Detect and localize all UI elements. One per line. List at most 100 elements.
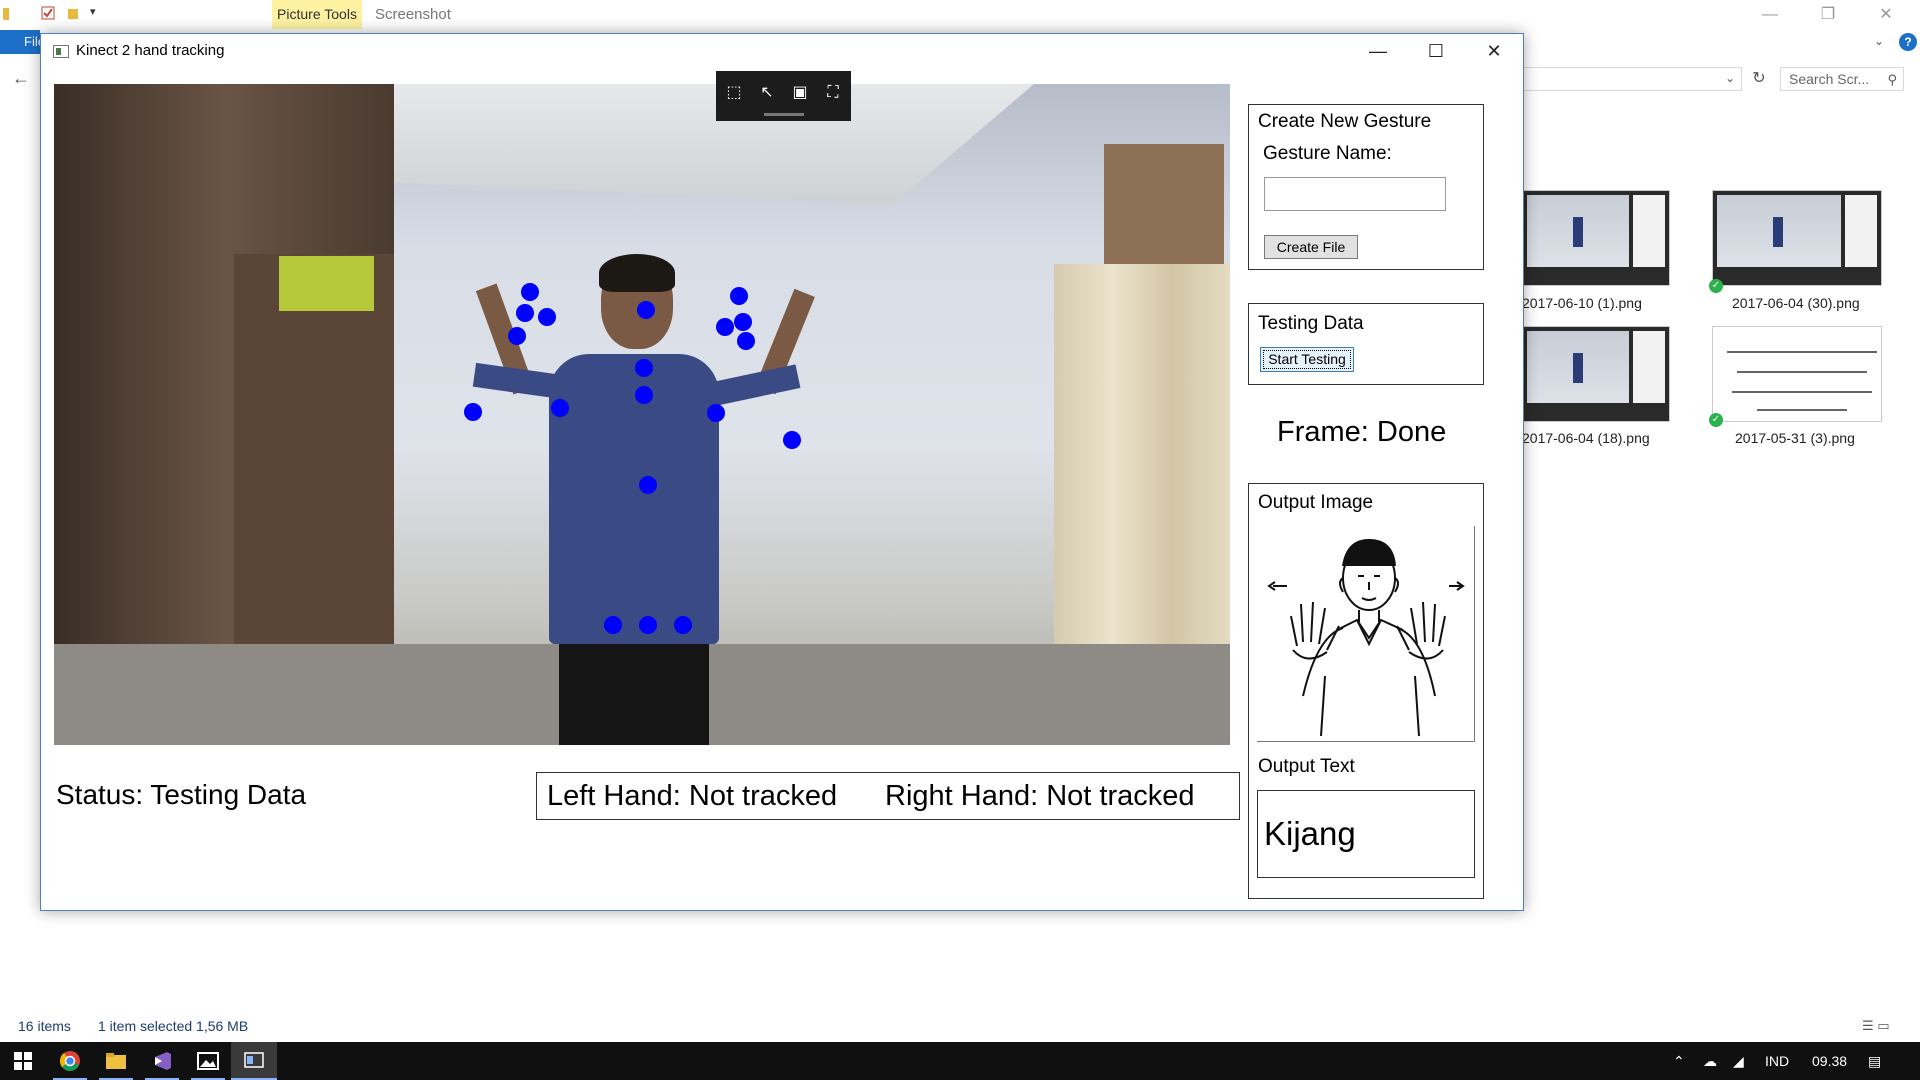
properties-icon[interactable] xyxy=(40,5,56,21)
file-tab[interactable]: File xyxy=(0,30,40,54)
sync-check-icon: ✓ xyxy=(1709,279,1723,293)
search-icon: ⚲ xyxy=(1887,72,1897,87)
right-hand-status: Right Hand: Not tracked xyxy=(885,780,1195,812)
skeleton-joint xyxy=(551,399,569,417)
search-placeholder: Search Scr... xyxy=(1789,71,1870,87)
skeleton-joint xyxy=(538,308,556,326)
skeleton-joint xyxy=(707,404,725,422)
tab-picture-tools[interactable]: Picture Tools xyxy=(272,0,362,29)
chrome-taskbar-item[interactable] xyxy=(47,1042,93,1080)
onedrive-icon[interactable]: ☁ xyxy=(1703,1042,1717,1080)
start-testing-button[interactable]: Start Testing xyxy=(1260,347,1354,372)
status-selection: 1 item selected 1,56 MB xyxy=(98,1018,249,1034)
maximize-button[interactable]: ☐ xyxy=(1407,34,1465,69)
window-title-screenshot: Screenshot xyxy=(375,6,451,23)
left-hand-status: Left Hand: Not tracked xyxy=(547,780,838,812)
snip-toolbar: ⬚ ↖ ▣ ⛶ xyxy=(716,71,851,121)
app-window-icon xyxy=(244,1052,264,1068)
output-image-heading: Output Image xyxy=(1258,492,1374,513)
skeleton-joint xyxy=(516,304,534,322)
gesture-name-label: Gesture Name: xyxy=(1263,143,1392,164)
skeleton-joint xyxy=(716,318,734,336)
photos-taskbar-item[interactable] xyxy=(185,1042,231,1080)
skeleton-joint xyxy=(508,327,526,345)
new-folder-icon[interactable] xyxy=(66,5,82,21)
skeleton-joint xyxy=(635,359,653,377)
thumbnail-image[interactable] xyxy=(1712,190,1882,286)
output-text-value: Kijang xyxy=(1257,790,1475,878)
app-title: Kinect 2 hand tracking xyxy=(76,42,225,59)
create-gesture-panel: Create New Gesture Gesture Name: Create … xyxy=(1248,104,1484,270)
customize-quick-access-icon[interactable]: ▾ xyxy=(90,5,106,21)
hand-tracking-status: Left Hand: Not tracked Right Hand: Not t… xyxy=(536,772,1240,820)
status-label: Status: Testing Data xyxy=(56,779,307,810)
language-indicator[interactable]: IND xyxy=(1765,1042,1789,1080)
explorer-restore-button[interactable]: ❐ xyxy=(1808,2,1848,28)
create-file-button[interactable]: Create File xyxy=(1264,235,1358,259)
photos-icon xyxy=(197,1052,219,1070)
thumbnail-image[interactable] xyxy=(1712,326,1882,422)
address-dropdown-icon[interactable]: ⌄ xyxy=(1725,71,1735,85)
visual-studio-taskbar-item[interactable] xyxy=(139,1042,185,1080)
create-gesture-heading: Create New Gesture xyxy=(1258,111,1432,132)
camera-feed xyxy=(54,84,1230,745)
wifi-icon[interactable]: ◢ xyxy=(1733,1042,1744,1080)
address-bar[interactable]: ⌄ xyxy=(1520,67,1742,91)
back-arrow-icon[interactable]: ← xyxy=(12,68,30,89)
gesture-output-image xyxy=(1257,526,1475,742)
action-center-icon[interactable]: ▤ xyxy=(1868,1042,1881,1080)
snip-drag-handle[interactable] xyxy=(764,113,804,116)
explorer-minimize-button[interactable]: — xyxy=(1750,2,1790,28)
explorer-close-button[interactable]: ✕ xyxy=(1866,2,1906,28)
taskbar: ⌃ ☁ ◢ IND 09.38 ▤ xyxy=(0,1042,1920,1080)
chrome-icon xyxy=(60,1051,80,1071)
clock[interactable]: 09.38 xyxy=(1812,1042,1847,1080)
file-explorer-taskbar-item[interactable] xyxy=(93,1042,139,1080)
thumbnail-label[interactable]: 2017-06-04 (30).png xyxy=(1732,295,1860,311)
rectangular-snip-icon[interactable]: ↖ xyxy=(754,81,780,103)
kinect-app-taskbar-item[interactable] xyxy=(231,1042,277,1080)
help-icon[interactable]: ? xyxy=(1899,33,1917,51)
folder-icon xyxy=(2,5,18,21)
output-panel: Output Image Output Text Kijang xyxy=(1248,483,1484,899)
thumbnail-label[interactable]: 2017-06-04 (18).png xyxy=(1522,430,1650,446)
thumbnail-label[interactable]: 2017-06-10 (1).png xyxy=(1522,295,1642,311)
refresh-icon[interactable]: ↻ xyxy=(1747,68,1771,90)
skeleton-joint xyxy=(521,283,539,301)
skeleton-joint xyxy=(637,301,655,319)
free-form-snip-icon[interactable]: ⬚ xyxy=(721,81,747,103)
folder-icon xyxy=(106,1053,126,1069)
skeleton-joint xyxy=(730,287,748,305)
show-hidden-icons[interactable]: ⌃ xyxy=(1673,1042,1685,1080)
start-button[interactable] xyxy=(0,1042,46,1080)
sync-check-icon: ✓ xyxy=(1709,413,1723,427)
skeleton-joint xyxy=(783,431,801,449)
skeleton-joint xyxy=(737,332,755,350)
thumbnail-image[interactable] xyxy=(1522,190,1670,286)
skeleton-joint xyxy=(734,313,752,331)
skeleton-joint xyxy=(635,386,653,404)
output-text-heading: Output Text xyxy=(1258,756,1355,777)
skeleton-joint xyxy=(604,616,622,634)
expand-ribbon-icon[interactable]: ⌄ xyxy=(1874,34,1884,48)
minimize-button[interactable]: — xyxy=(1349,34,1407,69)
window-snip-icon[interactable]: ▣ xyxy=(787,81,813,103)
view-toggle-icons[interactable]: ☰ ▭ xyxy=(1862,1018,1890,1034)
app-title-bar[interactable]: Kinect 2 hand tracking — ☐ ✕ xyxy=(41,34,1523,69)
fullscreen-snip-icon[interactable]: ⛶ xyxy=(820,81,846,103)
search-input[interactable]: Search Scr... ⚲ xyxy=(1780,67,1904,91)
close-button[interactable]: ✕ xyxy=(1465,34,1523,69)
thumbnail-label[interactable]: 2017-05-31 (3).png xyxy=(1735,430,1855,446)
explorer-title-bar: ▾ Picture Tools Screenshot — ❐ ✕ xyxy=(0,0,1920,29)
skeleton-joint xyxy=(639,616,657,634)
thumbnail-image[interactable] xyxy=(1522,326,1670,422)
windows-icon xyxy=(14,1052,32,1070)
app-icon xyxy=(53,45,69,58)
skeleton-joint xyxy=(464,403,482,421)
status-item-count: 16 items xyxy=(18,1018,71,1034)
skeleton-joint xyxy=(639,476,657,494)
frame-status: Frame: Done xyxy=(1277,416,1447,448)
kinect-app-window: Kinect 2 hand tracking — ☐ ✕ ⬚ ↖ ▣ ⛶ Cre… xyxy=(40,33,1524,911)
testing-data-heading: Testing Data xyxy=(1258,313,1364,334)
gesture-name-input[interactable] xyxy=(1264,177,1446,211)
